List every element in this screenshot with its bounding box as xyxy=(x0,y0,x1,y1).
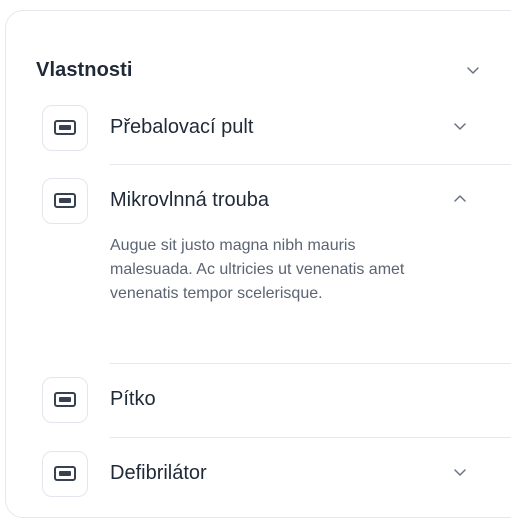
panel-header[interactable]: Vlastnosti xyxy=(36,59,481,85)
divider xyxy=(110,437,511,438)
accordion-item-label: Přebalovací pult xyxy=(110,116,254,138)
chevron-down-icon[interactable] xyxy=(452,118,468,134)
accordion-item-label: Mikrovlnná trouba xyxy=(110,189,269,211)
divider xyxy=(110,363,511,364)
accordion-item-description: Augue sit justo magna nibh mauris malesu… xyxy=(110,237,405,302)
accordion-item-label: Pítko xyxy=(110,388,156,410)
accordion-item-prebalovaci-pult[interactable]: Přebalovací pult xyxy=(42,105,502,151)
device-icon xyxy=(42,451,88,497)
device-icon xyxy=(42,377,88,423)
properties-panel: Vlastnosti Přebalovací pult Mikrovlnná t… xyxy=(5,10,511,518)
accordion-item-pitko[interactable]: Pítko xyxy=(42,377,502,423)
divider xyxy=(110,164,511,165)
panel-title: Vlastnosti xyxy=(36,59,133,81)
accordion-item-defibrilator[interactable]: Defibrilátor xyxy=(42,451,502,497)
chevron-down-icon[interactable] xyxy=(452,464,468,480)
device-icon xyxy=(42,178,88,224)
device-icon xyxy=(42,105,88,151)
chevron-up-icon[interactable] xyxy=(452,191,468,207)
accordion-item-label: Defibrilátor xyxy=(110,462,207,484)
chevron-down-icon[interactable] xyxy=(465,62,481,78)
accordion-item-mikrovlnna-trouba[interactable]: Mikrovlnná trouba Augue sit justo magna … xyxy=(42,178,502,358)
